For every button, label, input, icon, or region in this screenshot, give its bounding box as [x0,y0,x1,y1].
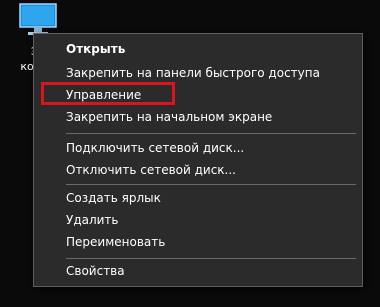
menu-separator [66,258,356,259]
menu-item-delete[interactable]: Удалить [34,209,362,231]
menu-item-open[interactable]: Открыть [34,38,362,60]
menu-separator [66,133,356,134]
desktop-background: Эт компь Открыть Закрепить на панели быс… [0,0,380,307]
menu-item-create-shortcut[interactable]: Создать ярлык [34,187,362,209]
menu-item-properties[interactable]: Свойства [34,260,362,282]
menu-item-rename[interactable]: Переименовать [34,231,362,253]
menu-separator [66,184,356,185]
menu-item-pin-start[interactable]: Закрепить на начальном экране [34,106,362,128]
menu-item-disconnect-network-drive[interactable]: Отключить сетевой диск... [34,159,362,181]
menu-item-map-network-drive[interactable]: Подключить сетевой диск... [34,137,362,159]
context-menu: Открыть Закрепить на панели быстрого дос… [33,33,363,287]
menu-item-pin-quick-access[interactable]: Закрепить на панели быстрого доступа [34,62,362,84]
red-highlight-outline [41,82,175,105]
